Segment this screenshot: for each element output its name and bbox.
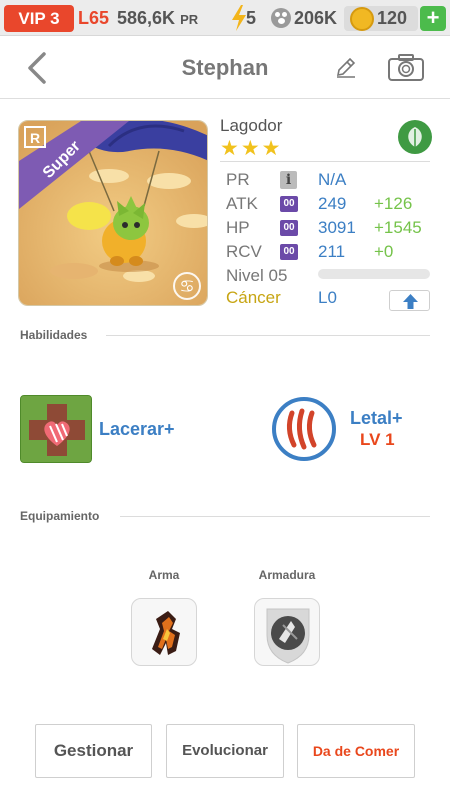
paw-icon <box>271 8 291 28</box>
equipment-title: Equipamiento <box>20 509 100 523</box>
weapon-slot[interactable] <box>131 598 197 666</box>
info-icon[interactable]: i <box>280 171 297 189</box>
status-bar: VIP 3 L65 586,6K PR 5 206K 120 + <box>0 0 450 36</box>
rarity-badge: R <box>30 130 40 146</box>
monster-name: Lagodor <box>220 116 283 135</box>
level-progress-bar <box>318 269 430 279</box>
zodiac-sign: Cáncer <box>226 288 281 307</box>
info-divider <box>220 161 430 162</box>
skills-title: Habilidades <box>20 328 88 342</box>
energy-count: 5 <box>246 8 257 28</box>
weapon-icon <box>152 611 180 655</box>
power-rating: 586,6K PR <box>117 6 198 32</box>
camera-icon[interactable] <box>387 52 425 82</box>
stat-badge: 00 <box>280 196 298 212</box>
skill-icon-lacerar[interactable] <box>20 395 92 463</box>
coin-count: 206K <box>294 8 338 28</box>
feed-button[interactable]: Da de Comer <box>297 724 415 778</box>
star-rating: ★★★ <box>220 137 283 160</box>
equipment-divider <box>120 516 430 517</box>
stat-label: HP <box>226 218 250 237</box>
svg-text:♋: ♋ <box>179 277 194 297</box>
skill-name[interactable]: Lacerar+ <box>99 419 175 440</box>
stat-bonus: +0 <box>374 242 394 261</box>
monster-portrait[interactable]: Super R ♋ <box>18 120 208 306</box>
stat-value: N/A <box>318 170 347 189</box>
level-text: Nivel 05 <box>226 266 288 285</box>
page-title: Stephan <box>181 55 269 80</box>
stat-bonus: +1545 <box>374 218 422 237</box>
pencil-icon[interactable] <box>335 56 357 78</box>
skill-name[interactable]: Letal+ <box>350 408 403 429</box>
gem-count: 120 <box>377 8 408 28</box>
back-arrow-icon[interactable] <box>24 51 52 85</box>
stat-badge: 00 <box>280 244 298 260</box>
vip-badge[interactable]: VIP 3 <box>4 5 74 32</box>
stat-value: 211 <box>318 242 346 261</box>
monster-image: Super R ♋ <box>19 121 207 305</box>
armor-slot[interactable] <box>254 598 320 666</box>
armor-label: Armadura <box>258 568 316 582</box>
stat-label: PR <box>226 170 250 189</box>
stat-label: ATK <box>226 194 258 213</box>
manage-button[interactable]: Gestionar <box>35 724 152 778</box>
player-level: L65 <box>78 8 110 28</box>
stat-bonus: +126 <box>374 194 413 213</box>
add-gems-button[interactable]: + <box>420 6 446 31</box>
stat-value: 3091 <box>318 218 356 237</box>
sign-level: L0 <box>318 288 337 307</box>
power-value: 586,6K <box>117 8 176 28</box>
stat-badge: 00 <box>280 220 298 236</box>
arrow-up-icon <box>403 294 418 309</box>
skill-level: LV 1 <box>360 430 395 449</box>
sign-upgrade-button[interactable] <box>389 290 430 311</box>
power-unit: PR <box>180 12 199 27</box>
stat-value: 249 <box>318 194 347 213</box>
evolve-button[interactable]: Evolucionar <box>166 724 284 778</box>
gem-icon <box>350 7 374 31</box>
weapon-label: Arma <box>148 568 180 582</box>
armor-icon <box>266 608 310 664</box>
skill-icon-letal[interactable] <box>272 397 336 461</box>
header: Stephan <box>0 37 450 99</box>
skills-divider <box>106 335 430 336</box>
stat-label: RCV <box>226 242 262 261</box>
leaf-icon <box>398 120 432 154</box>
